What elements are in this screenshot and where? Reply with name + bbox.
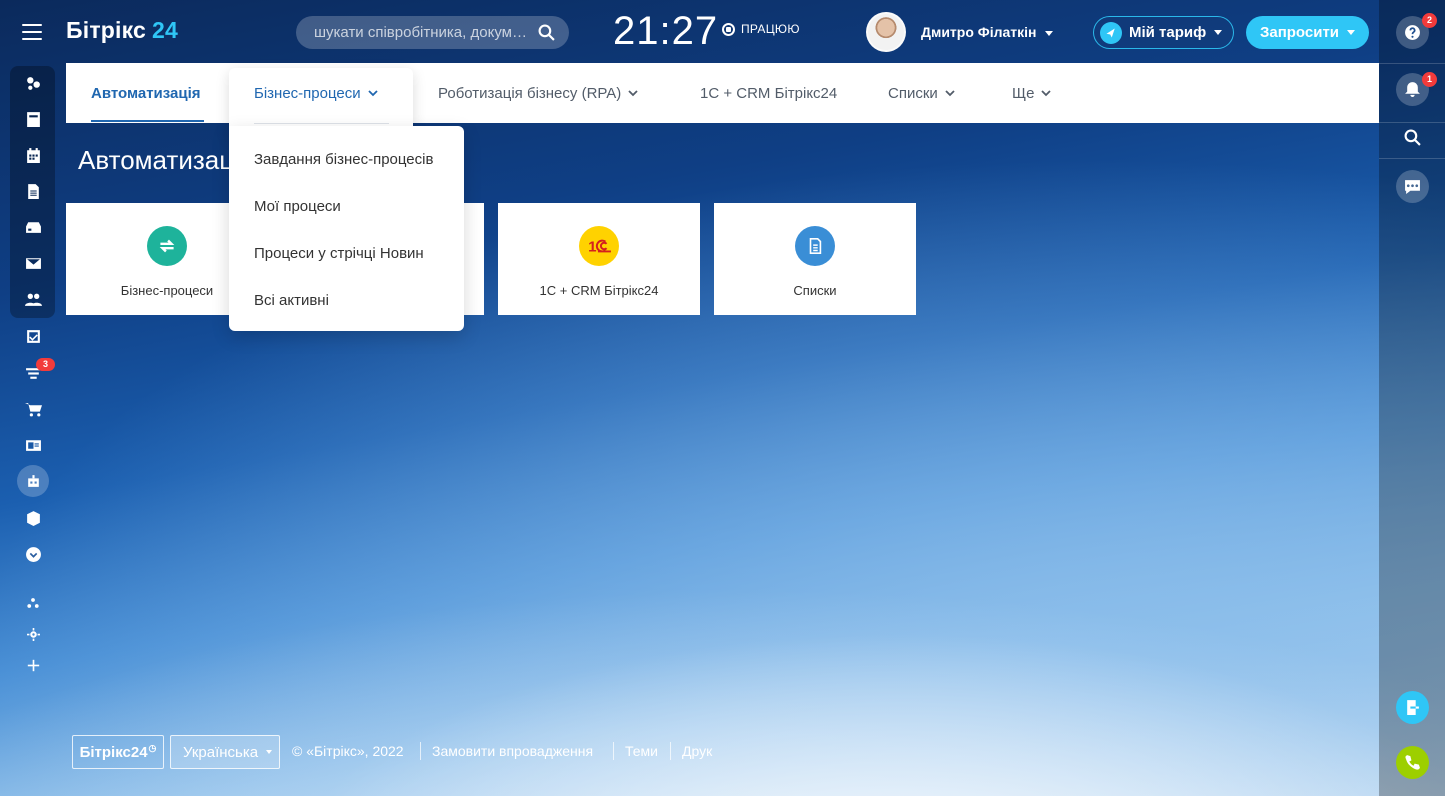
caret-down-icon [1214, 30, 1223, 35]
my-tariff-button[interactable]: Мій тариф [1093, 16, 1234, 49]
refresh-arrows-icon [147, 226, 187, 266]
tab-1c-crm[interactable]: 1С + CRM Бітрікс24 [700, 63, 837, 123]
chevron-down-icon [368, 90, 378, 97]
active-tab-indicator [91, 120, 204, 122]
tasks-icon[interactable] [18, 324, 48, 348]
rocket-icon [1100, 21, 1122, 44]
list-document-icon [795, 226, 835, 266]
1c-logo-icon: 1 [579, 226, 619, 266]
automation-robot-icon[interactable] [17, 465, 49, 497]
groups-icon[interactable] [18, 287, 48, 311]
phone-icon [1405, 755, 1420, 770]
divider [254, 123, 389, 124]
language-label: Українська [183, 743, 259, 761]
tab-label: Списки [888, 84, 938, 102]
right-sidebar [1379, 0, 1445, 796]
add-plus-icon[interactable] [18, 653, 48, 677]
order-implementation-link[interactable]: Замовити впровадження [432, 743, 593, 759]
notifications-badge: 1 [1422, 72, 1437, 87]
work-status[interactable]: ПРАЦЮЮ [722, 22, 800, 36]
tab-label: Ще [1012, 84, 1035, 102]
clock[interactable]: 21:27 [613, 9, 718, 54]
help-badge: 2 [1422, 13, 1437, 28]
invite-button[interactable]: Запросити [1246, 16, 1369, 49]
divider [670, 742, 671, 760]
logo-number: 24 [152, 17, 179, 43]
print-link[interactable]: Друк [682, 743, 712, 759]
shop-icon[interactable] [18, 397, 48, 421]
chat-icon[interactable] [18, 107, 48, 131]
tab-lists[interactable]: Списки [888, 63, 955, 123]
caret-down-icon [266, 750, 273, 754]
tile-1c-crm[interactable]: 1 1С + CRM Бітрікс24 [498, 203, 700, 315]
tab-business-processes[interactable]: Бізнес-процеси [254, 63, 378, 123]
user-menu[interactable]: Дмитро Філаткін [921, 24, 1053, 40]
mail-icon[interactable] [18, 251, 48, 275]
tab-label: 1С + CRM Бітрікс24 [700, 84, 838, 102]
chevron-down-icon [628, 90, 638, 97]
chevron-down-icon [945, 90, 955, 97]
logo-text: Бітрікс [66, 17, 147, 43]
crm-badge: 3 [36, 358, 55, 371]
document-exit-icon [1407, 700, 1419, 715]
tariff-label: Мій тариф [1129, 24, 1207, 41]
search-box[interactable] [296, 16, 569, 49]
more-chevron-icon[interactable] [18, 542, 48, 566]
drive-icon[interactable] [18, 215, 48, 239]
tab-more[interactable]: Ще [1012, 63, 1052, 123]
user-avatar[interactable] [866, 12, 906, 52]
quick-action-button[interactable] [1396, 691, 1429, 724]
global-search-button[interactable] [1396, 121, 1429, 154]
footer-logo[interactable]: Бітрікс24 ◷ [72, 735, 164, 769]
clock-mini-icon: ◷ [148, 742, 157, 753]
chevron-down-icon [1041, 90, 1052, 97]
phone-button[interactable] [1396, 746, 1429, 779]
tile-label: 1С + CRM Бітрікс24 [539, 283, 659, 298]
sitemap-icon[interactable] [18, 591, 48, 615]
chat-group-button[interactable] [1396, 170, 1429, 203]
menu-item-my-processes[interactable]: Мої процеси [254, 198, 341, 215]
menu-item-all-active[interactable]: Всі активні [254, 292, 329, 309]
copyright: © «Бітрікс», 2022 [292, 743, 404, 759]
search-input[interactable] [314, 16, 534, 49]
tab-rpa[interactable]: Роботизація бізнесу (RPA) [438, 63, 638, 123]
svg-text:1: 1 [588, 238, 596, 255]
tile-label: Списки [793, 283, 837, 298]
settings-gear-icon[interactable] [18, 622, 48, 646]
calendar-icon[interactable] [18, 143, 48, 167]
language-select[interactable]: Українська [170, 735, 280, 769]
search-icon [1404, 129, 1421, 146]
bitrix24-logo[interactable]: Бітрікс 24 [66, 17, 178, 44]
footer-logo-text: Бітрікс24 [79, 743, 148, 761]
search-icon[interactable] [538, 24, 555, 41]
divider [613, 742, 614, 760]
divider [1379, 63, 1445, 64]
user-name: Дмитро Філаткін [921, 24, 1037, 40]
question-icon [1405, 25, 1420, 40]
tile-lists[interactable]: Списки [714, 203, 916, 315]
tab-label: Бізнес-процеси [254, 84, 361, 102]
tab-label: Автоматизація [91, 84, 201, 102]
menu-item-bp-tasks[interactable]: Завдання бізнес-процесів [254, 151, 433, 168]
contact-center-icon[interactable] [18, 433, 48, 457]
menu-hamburger-icon[interactable] [22, 24, 42, 40]
tab-automation[interactable]: Автоматизація [91, 63, 201, 123]
status-label: ПРАЦЮЮ [741, 22, 800, 36]
status-stop-icon [722, 22, 735, 36]
page-title: Автоматизація [78, 145, 254, 175]
divider [420, 742, 421, 760]
store-box-icon[interactable] [18, 506, 48, 530]
caret-down-icon [1044, 30, 1053, 36]
bell-icon [1405, 82, 1420, 97]
tab-label: Роботизація бізнесу (RPA) [438, 84, 622, 102]
group-chat-icon [1405, 180, 1420, 194]
feed-icon[interactable] [18, 71, 48, 95]
documents-icon[interactable] [18, 179, 48, 203]
divider [1379, 158, 1445, 159]
caret-down-icon [1347, 30, 1356, 35]
invite-label: Запросити [1259, 24, 1340, 41]
menu-item-feed-processes[interactable]: Процеси у стрічці Новин [254, 245, 424, 262]
themes-link[interactable]: Теми [625, 743, 658, 759]
